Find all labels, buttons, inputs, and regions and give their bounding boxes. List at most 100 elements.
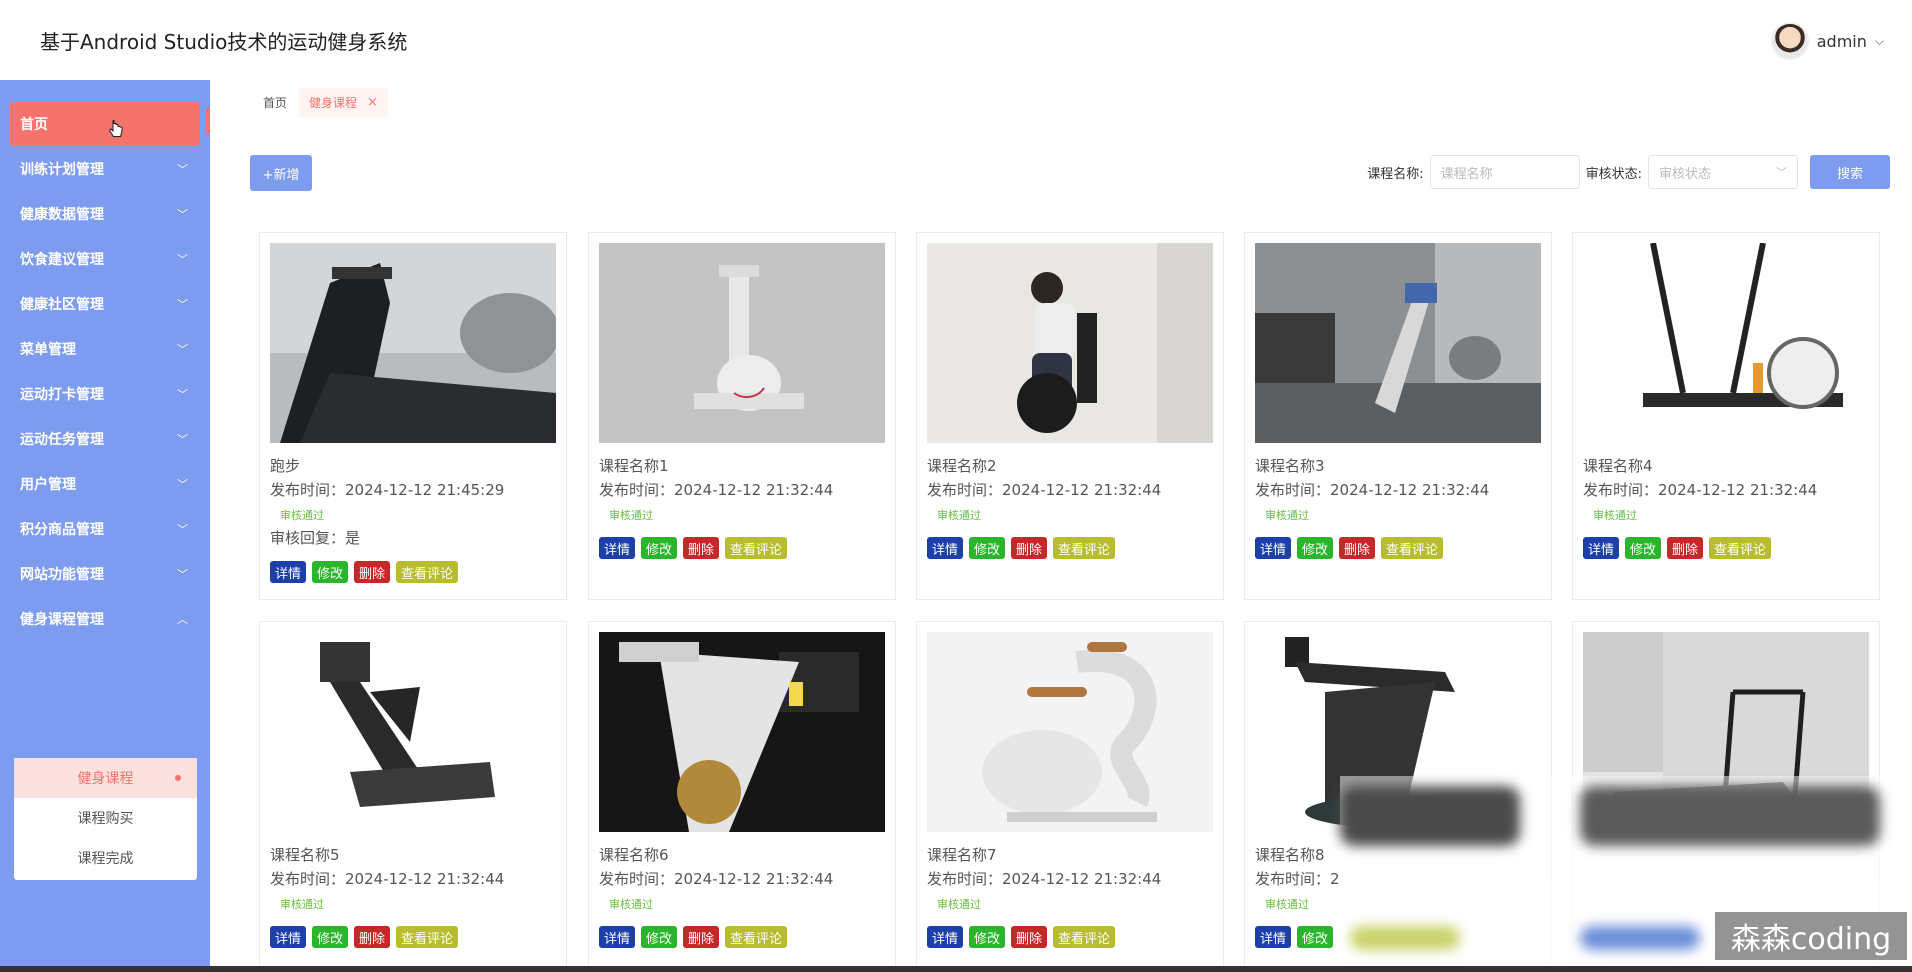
course-card[interactable]: 课程名称5 发布时间：2024-12-12 21:32:44 审核通过 详情 修…	[259, 621, 567, 972]
sidebar-item-health-data[interactable]: 健康数据管理 ﹀	[0, 192, 210, 236]
close-icon[interactable]: ×	[367, 95, 378, 110]
course-card[interactable]: 课程名称1 发布时间：2024-12-12 21:32:44 审核通过 详情 修…	[588, 232, 896, 600]
avatar[interactable]	[1770, 22, 1809, 60]
delete-button[interactable]: 删除	[354, 561, 391, 583]
status-badge: 审核通过	[609, 509, 653, 522]
detail-button[interactable]: 详情	[599, 537, 636, 559]
detail-button[interactable]: 详情	[1583, 537, 1620, 559]
course-name: 课程名称6	[599, 846, 669, 864]
sidebar-item-courses[interactable]: 健身课程管理 ︿	[0, 597, 210, 641]
course-image[interactable]	[1583, 243, 1869, 443]
edit-button[interactable]: 修改	[1297, 537, 1334, 559]
publish-time: 发布时间：2024-12-12 21:32:44	[599, 479, 833, 500]
delete-button[interactable]: 删除	[1667, 537, 1704, 559]
status-label: 审核状态:	[1585, 166, 1642, 182]
sidebar-item-label: 菜单管理	[20, 342, 76, 358]
publish-time: 发布时间：2024-12-12 21:45:29	[270, 479, 504, 500]
sidebar-item-community[interactable]: 健康社区管理 ﹀	[0, 282, 210, 326]
edit-button[interactable]: 修改	[641, 537, 678, 559]
course-image[interactable]	[1255, 243, 1541, 443]
course-name-input[interactable]: 课程名称	[1429, 155, 1580, 189]
sidebar-item-menu[interactable]: 菜单管理 ﹀	[0, 327, 210, 371]
edit-button[interactable]: 修改	[969, 537, 1006, 559]
publish-time: 发布时间：2024-12-12 21:32:44	[927, 479, 1161, 500]
edit-button[interactable]: 修改	[969, 926, 1006, 948]
user-menu[interactable]: admin ⌵	[1770, 22, 1884, 60]
time-label: 发布时间：	[599, 481, 675, 499]
status-badge: 审核通过	[937, 898, 981, 911]
detail-button[interactable]: 详情	[270, 926, 307, 948]
view-comments-button[interactable]: 查看评论	[1053, 926, 1116, 948]
detail-button[interactable]: 详情	[927, 926, 964, 948]
sidebar-item-home[interactable]: 首页	[10, 102, 200, 146]
course-image[interactable]	[270, 243, 556, 443]
course-image[interactable]	[927, 243, 1213, 443]
submenu-item-course-purchase[interactable]: 课程购买	[14, 798, 197, 838]
delete-button[interactable]: 删除	[683, 926, 720, 948]
sidebar-item-users[interactable]: 用户管理 ﹀	[0, 462, 210, 506]
publish-time: 发布时间：2	[1255, 868, 1340, 889]
edit-button[interactable]: 修改	[312, 926, 349, 948]
course-card[interactable]: 课程名称3 发布时间：2024-12-12 21:32:44 审核通过 详情 修…	[1244, 232, 1552, 600]
delete-button[interactable]: 删除	[1011, 537, 1048, 559]
delete-button[interactable]: 删除	[683, 537, 720, 559]
blurred-region	[1580, 786, 1880, 846]
status-select[interactable]: 审核状态 ﹀	[1648, 155, 1798, 189]
sidebar-item-training-plan[interactable]: 训练计划管理 ﹀	[0, 147, 210, 191]
chevron-down-icon: ﹀	[177, 253, 188, 266]
delete-button[interactable]: 删除	[1339, 537, 1376, 559]
course-card[interactable]: 课程名称7 发布时间：2024-12-12 21:32:44 审核通过 详情 修…	[916, 621, 1224, 972]
course-card[interactable]: 跑步 发布时间：2024-12-12 21:45:29 审核通过 审核回复：是 …	[259, 232, 567, 600]
sidebar-item-site-functions[interactable]: 网站功能管理 ﹀	[0, 552, 210, 596]
tab-home[interactable]: 首页	[263, 88, 287, 117]
chevron-down-icon[interactable]: ⌵	[1875, 34, 1884, 49]
course-image[interactable]	[270, 632, 556, 832]
course-name: 课程名称3	[1255, 457, 1325, 475]
edit-button[interactable]: 修改	[641, 926, 678, 948]
active-dot	[175, 775, 181, 781]
view-comments-button[interactable]: 查看评论	[1053, 537, 1116, 559]
sidebar-item-label: 饮食建议管理	[20, 252, 104, 268]
time-value: 2024-12-12 21:45:29	[345, 481, 505, 499]
status-badge: 审核通过	[1265, 509, 1309, 522]
submenu-item-fitness-course[interactable]: 健身课程	[14, 758, 197, 798]
view-comments-button[interactable]: 查看评论	[1381, 537, 1444, 559]
time-value: 2024-12-12 21:32:44	[1658, 481, 1818, 499]
view-comments-button[interactable]: 查看评论	[396, 561, 459, 583]
sidebar-item-diet[interactable]: 饮食建议管理 ﹀	[0, 237, 210, 281]
submenu-item-course-complete[interactable]: 课程完成	[14, 838, 197, 878]
detail-button[interactable]: 详情	[1255, 537, 1292, 559]
placeholder: 审核状态	[1659, 166, 1712, 182]
detail-button[interactable]: 详情	[927, 537, 964, 559]
search-button[interactable]: 搜索	[1810, 155, 1890, 189]
sidebar-item-points-goods[interactable]: 积分商品管理 ﹀	[0, 507, 210, 551]
detail-button[interactable]: 详情	[599, 926, 636, 948]
course-image[interactable]	[927, 632, 1213, 832]
detail-button[interactable]: 详情	[1255, 926, 1292, 948]
view-comments-button[interactable]: 查看评论	[1709, 537, 1772, 559]
course-image[interactable]	[599, 243, 885, 443]
edit-button[interactable]: 修改	[1625, 537, 1662, 559]
status-badge: 审核通过	[1265, 898, 1309, 911]
view-comments-button[interactable]: 查看评论	[725, 926, 788, 948]
edit-button[interactable]: 修改	[312, 561, 349, 583]
view-comments-button[interactable]: 查看评论	[396, 926, 459, 948]
bottom-edge	[0, 966, 1912, 972]
course-card[interactable]: 课程名称2 发布时间：2024-12-12 21:32:44 审核通过 详情 修…	[916, 232, 1224, 600]
course-image[interactable]	[599, 632, 885, 832]
publish-time: 发布时间：2024-12-12 21:32:44	[1583, 479, 1817, 500]
edit-button[interactable]: 修改	[1297, 926, 1334, 948]
delete-button[interactable]: 删除	[354, 926, 391, 948]
sidebar-item-checkin[interactable]: 运动打卡管理 ﹀	[0, 372, 210, 416]
tab-fitness-course[interactable]: 健身课程 ×	[299, 88, 388, 117]
delete-button[interactable]: 删除	[1011, 926, 1048, 948]
course-card[interactable]: 课程名称4 发布时间：2024-12-12 21:32:44 审核通过 详情 修…	[1572, 232, 1880, 600]
add-button[interactable]: +新增	[250, 155, 312, 191]
sidebar-item-label: 运动任务管理	[20, 432, 104, 448]
user-name[interactable]: admin	[1817, 32, 1867, 51]
publish-time: 发布时间：2024-12-12 21:32:44	[599, 868, 833, 889]
view-comments-button[interactable]: 查看评论	[725, 537, 788, 559]
sidebar-item-tasks[interactable]: 运动任务管理 ﹀	[0, 417, 210, 461]
course-card[interactable]: 课程名称6 发布时间：2024-12-12 21:32:44 审核通过 详情 修…	[588, 621, 896, 972]
detail-button[interactable]: 详情	[270, 561, 307, 583]
